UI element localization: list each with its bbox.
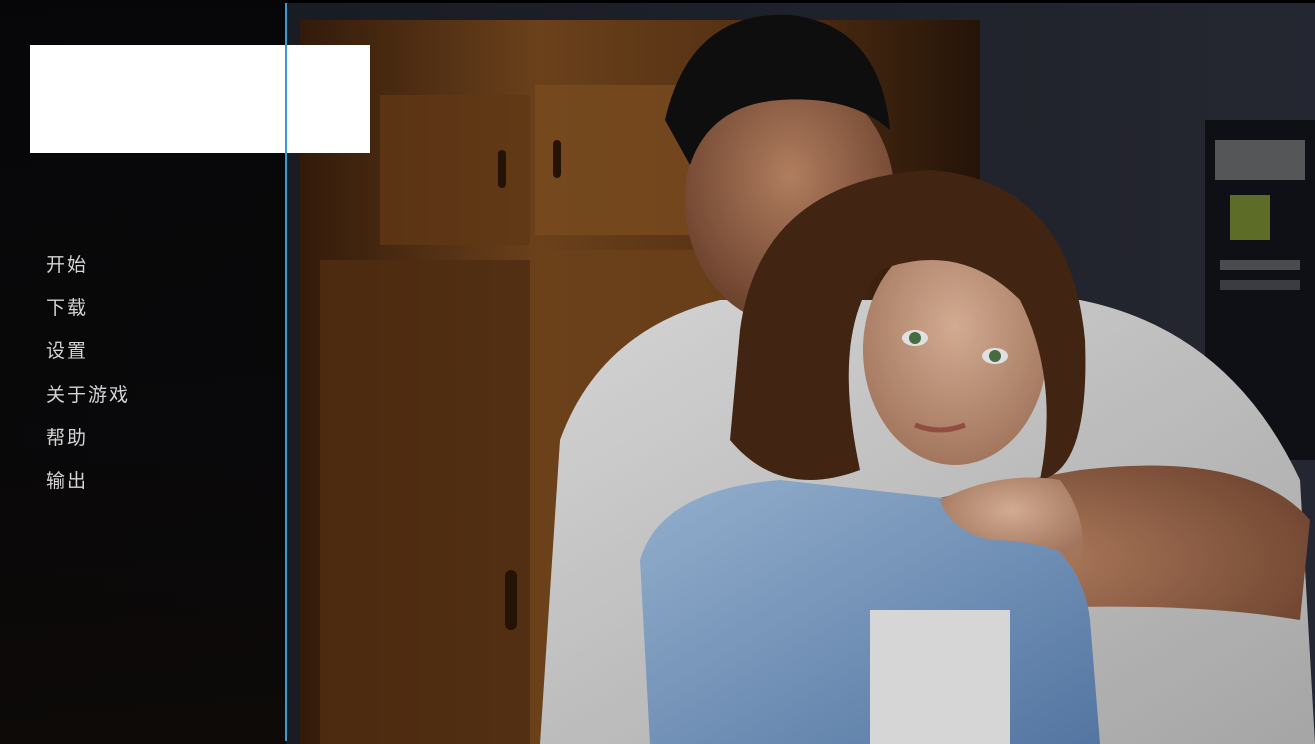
main-menu-panel: 开始 下载 设置 关于游戏 帮助 输出 bbox=[0, 0, 370, 744]
main-menu: 开始 下载 设置 关于游戏 帮助 输出 bbox=[46, 252, 130, 511]
menu-item-settings[interactable]: 设置 bbox=[46, 338, 130, 381]
menu-item-help[interactable]: 帮助 bbox=[46, 425, 130, 468]
menu-item-load[interactable]: 下载 bbox=[46, 295, 130, 338]
sidebar-accent-line bbox=[285, 3, 287, 741]
menu-item-start[interactable]: 开始 bbox=[46, 252, 130, 295]
game-logo-placeholder bbox=[30, 45, 370, 153]
menu-item-quit[interactable]: 输出 bbox=[46, 468, 130, 511]
menu-item-about[interactable]: 关于游戏 bbox=[46, 382, 130, 425]
